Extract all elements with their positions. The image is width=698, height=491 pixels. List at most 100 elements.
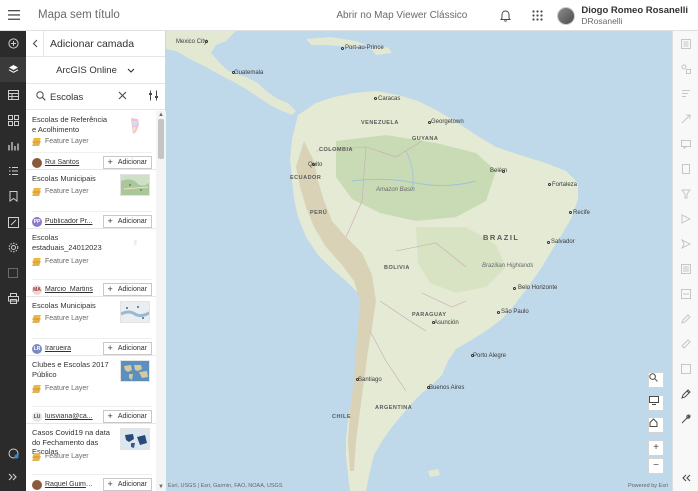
add-button[interactable]: + Adicionar (102, 156, 152, 169)
zoom-in-button[interactable]: + (648, 440, 664, 456)
result-type: Feature Layer (32, 257, 89, 266)
configure-icon[interactable] (673, 231, 698, 256)
list-item[interactable]: Casos Covid19 na data do Fechamento das … (26, 424, 156, 491)
user-menu[interactable]: Diogo Romeo Rosanelli DRosanelli (581, 5, 688, 27)
map-title[interactable]: Mapa sem título (38, 9, 120, 21)
map-label: Porto Alegre (473, 353, 507, 359)
app-launcher-icon[interactable] (521, 0, 553, 31)
filter-icon[interactable] (148, 90, 159, 104)
basemap-icon[interactable] (0, 108, 26, 134)
zoom-out-button[interactable]: − (648, 458, 664, 474)
fields-icon[interactable] (673, 181, 698, 206)
owner-link[interactable]: Rui Santos (45, 159, 95, 166)
owner-row: Rui Santos + Adicionar (32, 152, 152, 169)
settings-icon[interactable] (0, 235, 26, 261)
owner-link[interactable]: Raquel Guima... (45, 481, 95, 488)
popups-icon[interactable] (673, 131, 698, 156)
hamburger-icon[interactable] (0, 0, 28, 31)
user-login: DRosanelli (581, 15, 623, 26)
results-scrollbar[interactable]: ▲ ▼ (156, 111, 166, 491)
add-button[interactable]: + Adicionar (102, 478, 152, 491)
sketch-icon[interactable] (0, 210, 26, 236)
plus-icon: + (107, 157, 113, 167)
properties-icon[interactable] (673, 31, 698, 56)
avatar: LU (32, 411, 42, 422)
print-icon[interactable] (0, 286, 26, 312)
search-settings-icon[interactable] (673, 281, 698, 306)
result-title: Clubes e Escolas 2017 Público (32, 360, 109, 379)
add-button[interactable]: + Adicionar (102, 215, 152, 228)
layers-icon[interactable] (0, 56, 26, 82)
owner-link[interactable]: Irarueira (45, 345, 95, 352)
map-label: BOLIVIA (384, 265, 410, 271)
owner-row: LR Irarueira + Adicionar (32, 338, 152, 355)
scroll-thumb[interactable] (158, 119, 164, 159)
edit-icon[interactable] (673, 306, 698, 331)
list-item[interactable]: Escolas Municipais Feature Layer LR Irar… (26, 297, 156, 356)
forms-icon[interactable] (673, 206, 698, 231)
action-bar (0, 31, 26, 491)
list-item[interactable]: Escolas estaduais_24012023 Feature Layer… (26, 229, 156, 297)
avatar: MA (32, 284, 42, 295)
measure-icon[interactable] (673, 331, 698, 356)
map-label: São Paulo (501, 309, 529, 315)
wrench-icon[interactable] (673, 406, 698, 431)
effects-icon[interactable] (673, 106, 698, 131)
panel-title: Adicionar camada (50, 37, 135, 50)
notes-icon[interactable] (0, 261, 26, 287)
add-button[interactable]: + Adicionar (102, 283, 152, 296)
user-avatar[interactable] (557, 6, 576, 25)
labels-icon[interactable] (673, 156, 698, 181)
charts-icon[interactable] (0, 133, 26, 159)
clustering-icon[interactable] (673, 256, 698, 281)
scroll-up-icon[interactable]: ▲ (157, 112, 165, 118)
list-item[interactable]: Clubes e Escolas 2017 Público Feature La… (26, 356, 156, 424)
filter-icon[interactable] (673, 81, 698, 106)
add-label: Adicionar (117, 481, 147, 488)
map-search-button[interactable] (648, 372, 664, 388)
map-label: Georgetown (431, 119, 464, 125)
map-attribution: Esri, USGS | Esri, Garmin, FAO, NOAA, US… (168, 483, 283, 489)
map-view[interactable]: Mexico City Port-au-Prince Guatemala Car… (166, 31, 672, 491)
owner-link[interactable]: luisviana@ca... (45, 413, 95, 420)
table-icon[interactable] (0, 82, 26, 108)
add-button[interactable]: + Adicionar (102, 410, 152, 423)
close-icon[interactable] (118, 90, 127, 102)
owner-link[interactable]: Marcio_Martins (45, 286, 95, 293)
classic-viewer-link[interactable]: Abrir no Map Viewer Clássico (336, 10, 467, 21)
home-button[interactable] (648, 417, 664, 433)
pen-icon[interactable] (673, 381, 698, 406)
result-type: Feature Layer (32, 314, 89, 323)
styles-icon[interactable] (673, 56, 698, 81)
add-layer-panel: Adicionar camada ArcGIS Online Escolas d… (26, 30, 166, 491)
sketch-tool-icon[interactable] (673, 356, 698, 381)
bell-icon[interactable] (489, 0, 521, 31)
feature-layer-icon (32, 384, 41, 393)
legend-icon[interactable] (0, 159, 26, 185)
result-type-label: Feature Layer (45, 138, 89, 145)
whats-new-icon[interactable] (0, 441, 26, 465)
screen-button[interactable] (648, 395, 664, 411)
list-item[interactable]: Escolas de Referência e Acolhimento Feat… (26, 111, 156, 170)
collapse-icon[interactable] (0, 465, 26, 489)
source-dropdown[interactable]: ArcGIS Online (26, 57, 165, 84)
list-item[interactable]: Escolas Municipais Feature Layer PP Publ… (26, 170, 156, 229)
add-label: Adicionar (117, 413, 147, 420)
scroll-down-icon[interactable]: ▼ (157, 484, 165, 490)
back-icon[interactable] (26, 30, 44, 57)
map-label: Port-au-Prince (345, 45, 384, 51)
result-type-label: Feature Layer (45, 385, 89, 392)
add-button[interactable]: + Adicionar (102, 342, 152, 355)
city-marker (374, 97, 377, 100)
result-type: Feature Layer (32, 187, 89, 196)
add-icon[interactable] (0, 31, 26, 57)
search-input[interactable] (50, 89, 120, 105)
bookmarks-icon[interactable] (0, 184, 26, 210)
plus-icon: + (107, 479, 113, 489)
owner-link[interactable]: Publicador Pr... (45, 218, 95, 225)
map-label: BRAZIL (483, 233, 520, 242)
expand-icon[interactable] (673, 465, 698, 490)
map-label: ARGENTINA (375, 405, 413, 411)
powered-by[interactable]: Powered by Esri (628, 483, 668, 489)
owner-row: LU luisviana@ca... + Adicionar (32, 406, 152, 423)
